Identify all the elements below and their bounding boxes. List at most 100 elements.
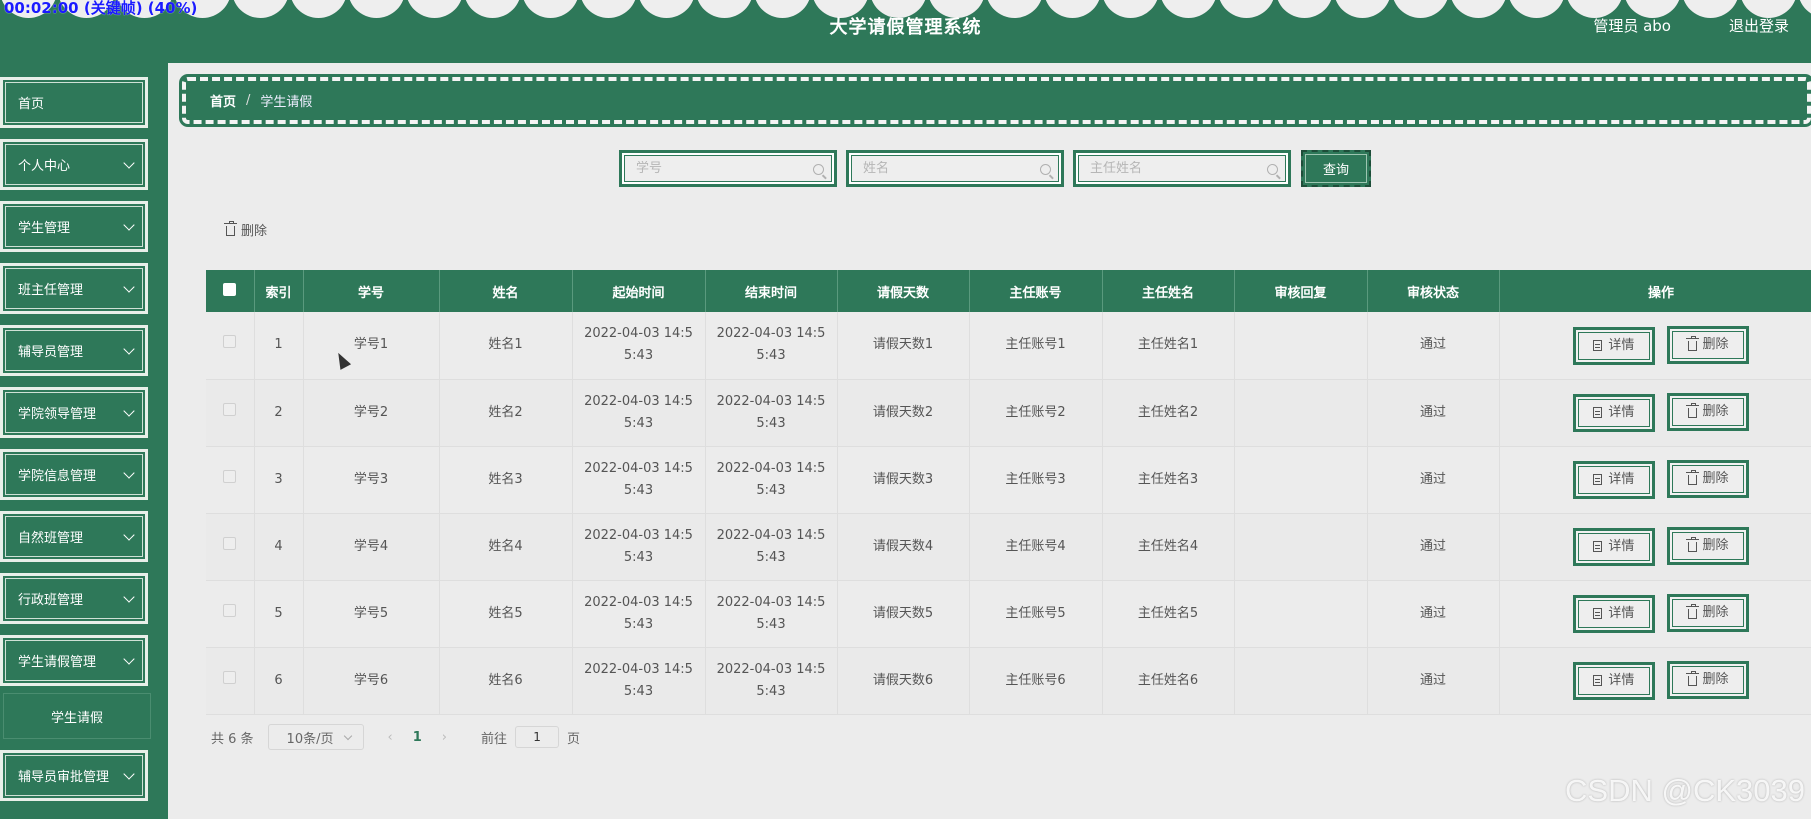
detail-label: 详情 [1608, 672, 1635, 688]
column-header: 操作 [1499, 270, 1811, 312]
detail-button[interactable]: 详情 [1572, 393, 1655, 432]
column-header: 学号 [303, 270, 440, 312]
page-number[interactable]: 1 [413, 730, 422, 745]
chevron-down-icon [123, 767, 135, 780]
row-checkbox[interactable] [223, 335, 237, 349]
delete-button[interactable]: 删除 [1667, 661, 1750, 700]
delete-button[interactable]: 删除 [1667, 393, 1750, 432]
name-search-input[interactable] [863, 161, 1033, 176]
detail-label: 详情 [1608, 538, 1635, 554]
logout-link[interactable]: 退出登录 [1729, 15, 1789, 36]
leave-days-cell: 请假天数1 [837, 312, 970, 380]
row-checkbox[interactable] [223, 536, 237, 550]
sidebar-item-label: 班主任管理 [18, 283, 84, 298]
end-time-cell: 2022-04-03 14:5 5:43 [705, 513, 838, 581]
time-part: 5:43 [623, 549, 654, 565]
document-icon [1593, 474, 1603, 486]
goto-page-input[interactable] [515, 726, 560, 748]
name-cell: 姓名2 [439, 379, 573, 447]
next-page-icon[interactable]: › [442, 730, 447, 745]
review-reply-cell [1234, 647, 1368, 715]
row-checkbox[interactable] [223, 469, 237, 483]
detail-button[interactable]: 详情 [1572, 527, 1655, 566]
sidebar-item-admin-class-management[interactable]: 行政班管理 [0, 573, 148, 624]
student-no-search-input[interactable] [636, 161, 806, 176]
delete-label: 删除 [1702, 404, 1729, 420]
select-all-checkbox[interactable] [223, 282, 237, 296]
sidebar-item-head-teacher-management[interactable]: 班主任管理 [0, 263, 148, 314]
sidebar-item-label: 首页 [18, 97, 45, 112]
director-account-cell: 主任账号2 [969, 379, 1103, 447]
director-name-cell: 主任姓名5 [1102, 580, 1235, 648]
director-name-search-input[interactable] [1090, 161, 1260, 176]
detail-button[interactable]: 详情 [1572, 594, 1655, 633]
actions-cell: 详情 删除 [1499, 580, 1811, 648]
sidebar-item-natural-class-management[interactable]: 自然班管理 [0, 511, 148, 562]
director-account-cell: 主任账号4 [969, 513, 1103, 581]
start-time-cell: 2022-04-03 14:5 5:43 [572, 513, 706, 581]
time-part: 5:43 [756, 683, 786, 699]
sidebar-item-college-leader-management[interactable]: 学院领导管理 [0, 387, 148, 438]
sidebar-item-label: 学院信息管理 [18, 469, 97, 484]
actions-cell: 详情 删除 [1499, 513, 1811, 581]
sidebar-subitem-label: 学生请假 [50, 710, 103, 726]
detail-button[interactable]: 详情 [1572, 326, 1655, 365]
index-cell: 3 [254, 446, 304, 514]
column-header: 请假天数 [837, 270, 970, 312]
name-cell: 姓名3 [439, 446, 573, 514]
page-size-value: 10条/页 [286, 731, 334, 747]
delete-label: 删除 [1702, 605, 1729, 621]
time-part: 2022-04-03 14:5 [584, 661, 693, 677]
recording-overlay: 00:02:00 (关键帧) (40%) [4, 0, 198, 17]
leave-days-cell: 请假天数6 [837, 647, 970, 715]
detail-label: 详情 [1608, 337, 1635, 353]
column-header: 审核状态 [1367, 270, 1500, 312]
sidebar-item-label: 个人中心 [18, 159, 71, 174]
chevron-down-icon [123, 404, 135, 417]
trash-icon [1685, 671, 1699, 687]
sidebar-item-home[interactable]: 首页 [0, 77, 148, 128]
review-status-cell: 通过 [1367, 446, 1500, 514]
delete-button[interactable]: 删除 [1667, 527, 1750, 566]
sidebar-item-student-leave-management[interactable]: 学生请假管理 [0, 635, 148, 686]
row-checkbox[interactable] [223, 603, 237, 617]
prev-page-icon[interactable]: ‹ [388, 730, 393, 745]
student-no-cell: 学号2 [303, 379, 440, 447]
sidebar-item-college-info-management[interactable]: 学院信息管理 [0, 449, 148, 500]
detail-button[interactable]: 详情 [1572, 460, 1655, 499]
student-no-cell: 学号6 [303, 647, 440, 715]
page-size-select[interactable]: 10条/页 [267, 724, 364, 750]
trash-icon [1685, 403, 1699, 419]
sidebar: 首页 个人中心 学生管理 班主任管理 辅导员管理 学院领导管理 学院信息管理 自… [0, 63, 168, 819]
start-time-cell: 2022-04-03 14:5 5:43 [572, 379, 706, 447]
review-status-cell: 通过 [1367, 647, 1500, 715]
name-cell: 姓名6 [439, 647, 573, 715]
director-name-cell: 主任姓名1 [1102, 312, 1235, 380]
batch-delete-button[interactable]: 删除 [224, 220, 267, 239]
breadcrumb: 首页 / 学生请假 [182, 77, 1811, 124]
end-time-cell: 2022-04-03 14:5 5:43 [705, 580, 838, 648]
student-no-cell: 学号5 [303, 580, 440, 648]
sidebar-item-counselor-approval-management[interactable]: 辅导员审批管理 [0, 750, 148, 801]
row-checkbox[interactable] [223, 670, 237, 684]
watermark: CSDN @CK3039 [1565, 773, 1805, 808]
student-no-cell: 学号4 [303, 513, 440, 581]
query-button[interactable]: 查询 [1301, 150, 1371, 187]
delete-button[interactable]: 删除 [1667, 594, 1750, 633]
time-part: 5:43 [756, 549, 786, 565]
row-checkbox[interactable] [223, 402, 237, 416]
table-row: 3 学号3 姓名3 2022-04-03 14:5 5:43 2022-04-03… [206, 446, 1811, 514]
delete-button[interactable]: 删除 [1667, 326, 1750, 364]
trash-icon [1685, 537, 1699, 553]
detail-button[interactable]: 详情 [1572, 661, 1655, 700]
sidebar-item-personal-center[interactable]: 个人中心 [0, 139, 148, 190]
sidebar-item-student-management[interactable]: 学生管理 [0, 201, 148, 252]
sidebar-item-counselor-management[interactable]: 辅导员管理 [0, 325, 148, 376]
delete-label: 删除 [1702, 672, 1729, 688]
delete-button[interactable]: 删除 [1667, 460, 1750, 499]
search-icon [1040, 164, 1051, 175]
director-name-search-field [1073, 150, 1291, 187]
table-row: 4 学号4 姓名4 2022-04-03 14:5 5:43 2022-04-03… [206, 513, 1811, 581]
sidebar-subitem-student-leave[interactable]: 学生请假 [3, 693, 151, 739]
breadcrumb-home-link[interactable]: 首页 [210, 91, 236, 110]
